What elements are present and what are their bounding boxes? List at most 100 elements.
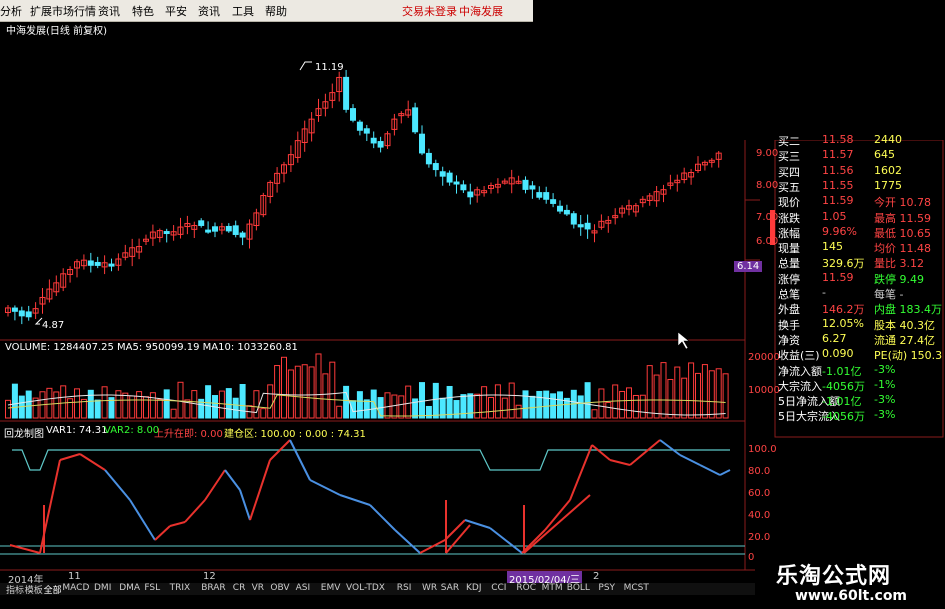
menu-item-analysis[interactable]: 分析 xyxy=(0,3,22,19)
volume-bar xyxy=(239,384,246,419)
date-month: 12 xyxy=(203,571,216,582)
volume-bar xyxy=(660,362,667,419)
quote-row: 买四 11.56 1602 xyxy=(778,164,931,179)
volume-bar xyxy=(253,390,260,419)
quote-cell-a: 收益(三) xyxy=(778,349,820,363)
volume-bar xyxy=(149,392,156,419)
menu-item-extended-market[interactable]: 扩展市场行情 xyxy=(30,3,96,19)
menu-item-pingan[interactable]: 平安 xyxy=(165,3,187,19)
indicator-curve-segment xyxy=(679,454,701,466)
price-low-label: 4.87 xyxy=(42,320,65,331)
indicator-tab[interactable]: EMV xyxy=(321,583,341,593)
volume-bar xyxy=(681,377,688,419)
indicator-tab[interactable]: MTM xyxy=(542,583,563,593)
indicator-tab[interactable]: ROC xyxy=(516,583,536,593)
indicator-tab[interactable]: MACD xyxy=(62,583,89,593)
candle-body xyxy=(522,179,529,190)
indicator-tab[interactable]: RSI xyxy=(397,583,412,593)
indicator-tab[interactable]: WR xyxy=(422,583,437,593)
indicator-tab[interactable]: DMA xyxy=(119,583,140,593)
indicator-tab[interactable]: CR xyxy=(233,583,246,593)
menu-item-news[interactable]: 资讯 xyxy=(98,3,120,19)
candle-body xyxy=(419,133,425,154)
candle-body xyxy=(460,184,467,191)
volume-bar xyxy=(274,365,281,419)
indicator-curve-segment xyxy=(104,469,131,501)
candle-body xyxy=(467,191,474,198)
quote-cell-b: 11.58 xyxy=(822,133,854,146)
quote-cell-a: 现价 xyxy=(778,196,800,210)
indicator-tab[interactable]: PSY xyxy=(598,583,615,593)
menu-item-tools[interactable]: 工具 xyxy=(232,3,254,19)
quote-row: 5日大宗流入 -4056万 -3% xyxy=(778,408,931,423)
menu-item-info[interactable]: 资讯 xyxy=(198,3,220,19)
indicator-tab[interactable]: 模板 xyxy=(25,583,43,596)
volume-bar xyxy=(515,404,522,419)
current-stock-label[interactable]: 中海发展 xyxy=(459,3,503,19)
quote-row: 换手 12.05% 股本 40.3亿 xyxy=(778,317,935,332)
indicator-tab[interactable]: BRAR xyxy=(201,583,225,593)
indicator-tab[interactable]: BOLL xyxy=(567,583,590,593)
quote-cell-c: 量比 3.12 xyxy=(874,257,924,271)
indicator-tab[interactable]: SAR xyxy=(441,583,459,593)
volume-bar xyxy=(508,382,515,419)
indicator-tab[interactable]: ASI xyxy=(296,583,311,593)
quote-cell-c: -3% xyxy=(874,408,896,422)
volume-bar xyxy=(232,397,239,419)
indicator-tab[interactable]: CCI xyxy=(491,583,506,593)
quote-cell-c: 2440 xyxy=(874,133,902,146)
menu-bar: 分析 扩展市场行情 资讯 特色 平安 资讯 工具 帮助 交易未登录 中海发展 xyxy=(0,0,533,22)
quote-row: 买五 11.55 1775 xyxy=(778,179,931,194)
volume-bar xyxy=(205,385,212,419)
candle-body xyxy=(550,199,557,204)
indicator-tab[interactable]: DMI xyxy=(94,583,111,593)
volume-bar xyxy=(287,369,294,419)
signal-rise xyxy=(445,524,471,554)
candle-body xyxy=(94,261,101,266)
menu-item-features[interactable]: 特色 xyxy=(132,3,154,19)
quote-cell-a: 涨停 xyxy=(778,272,800,286)
quote-cell-a: 买三 xyxy=(778,150,800,164)
menu-item-help[interactable]: 帮助 xyxy=(265,3,287,19)
volume-bar xyxy=(632,394,639,419)
volume-bar xyxy=(384,392,391,419)
candle-body xyxy=(18,310,25,317)
indicator-curve-segment xyxy=(309,479,341,496)
indicator-tab[interactable]: TRIX xyxy=(170,583,191,593)
volume-bar xyxy=(60,385,67,419)
volume-bar xyxy=(343,385,350,419)
volume-bar xyxy=(432,382,439,419)
candle-body xyxy=(570,213,577,225)
candle-body xyxy=(205,229,212,233)
quote-cell-b: -4056万 xyxy=(822,379,865,393)
volume-bar xyxy=(701,364,708,419)
candle-body xyxy=(212,226,218,232)
last-price-tag: 6.14 xyxy=(734,261,763,272)
indicator-tab[interactable]: FSL xyxy=(144,583,160,593)
indicator-tab[interactable]: MCST xyxy=(624,583,649,593)
indicator-tab[interactable]: VR xyxy=(252,583,264,593)
indicator-tab[interactable]: OBV xyxy=(270,583,289,593)
quote-cell-c: -1% xyxy=(874,377,896,391)
quote-cell-c: 流通 27.4亿 xyxy=(874,333,935,347)
volume-bar xyxy=(11,383,18,419)
quote-row: 外盘 146.2万 内盘 183.4万 xyxy=(778,301,942,316)
quote-cell-a: 净资 xyxy=(778,333,800,347)
indicator-tab[interactable]: 指标 xyxy=(6,583,24,596)
indicator-name[interactable]: 回龙制图 xyxy=(4,425,44,440)
candle-body xyxy=(343,76,350,110)
indicator-axis-tick: 60.0 xyxy=(748,488,771,499)
date-month: 2 xyxy=(593,571,600,582)
volume-bar xyxy=(5,399,11,419)
indicator-tab[interactable]: KDJ xyxy=(466,583,482,593)
quote-row: 现价 11.59 今开 10.78 xyxy=(778,194,931,209)
volume-bar xyxy=(336,405,343,419)
trade-login-status[interactable]: 交易未登录 xyxy=(402,3,457,19)
indicator-tab[interactable]: VOL-TDX xyxy=(346,583,385,593)
price-high-label: 11.19 xyxy=(315,62,344,73)
volume-bar xyxy=(494,384,501,419)
volume-bar xyxy=(122,392,129,419)
indicator-tab[interactable]: 全部 xyxy=(44,583,62,596)
candle-body xyxy=(425,152,432,165)
quote-cell-b: 0.090 xyxy=(822,347,854,361)
